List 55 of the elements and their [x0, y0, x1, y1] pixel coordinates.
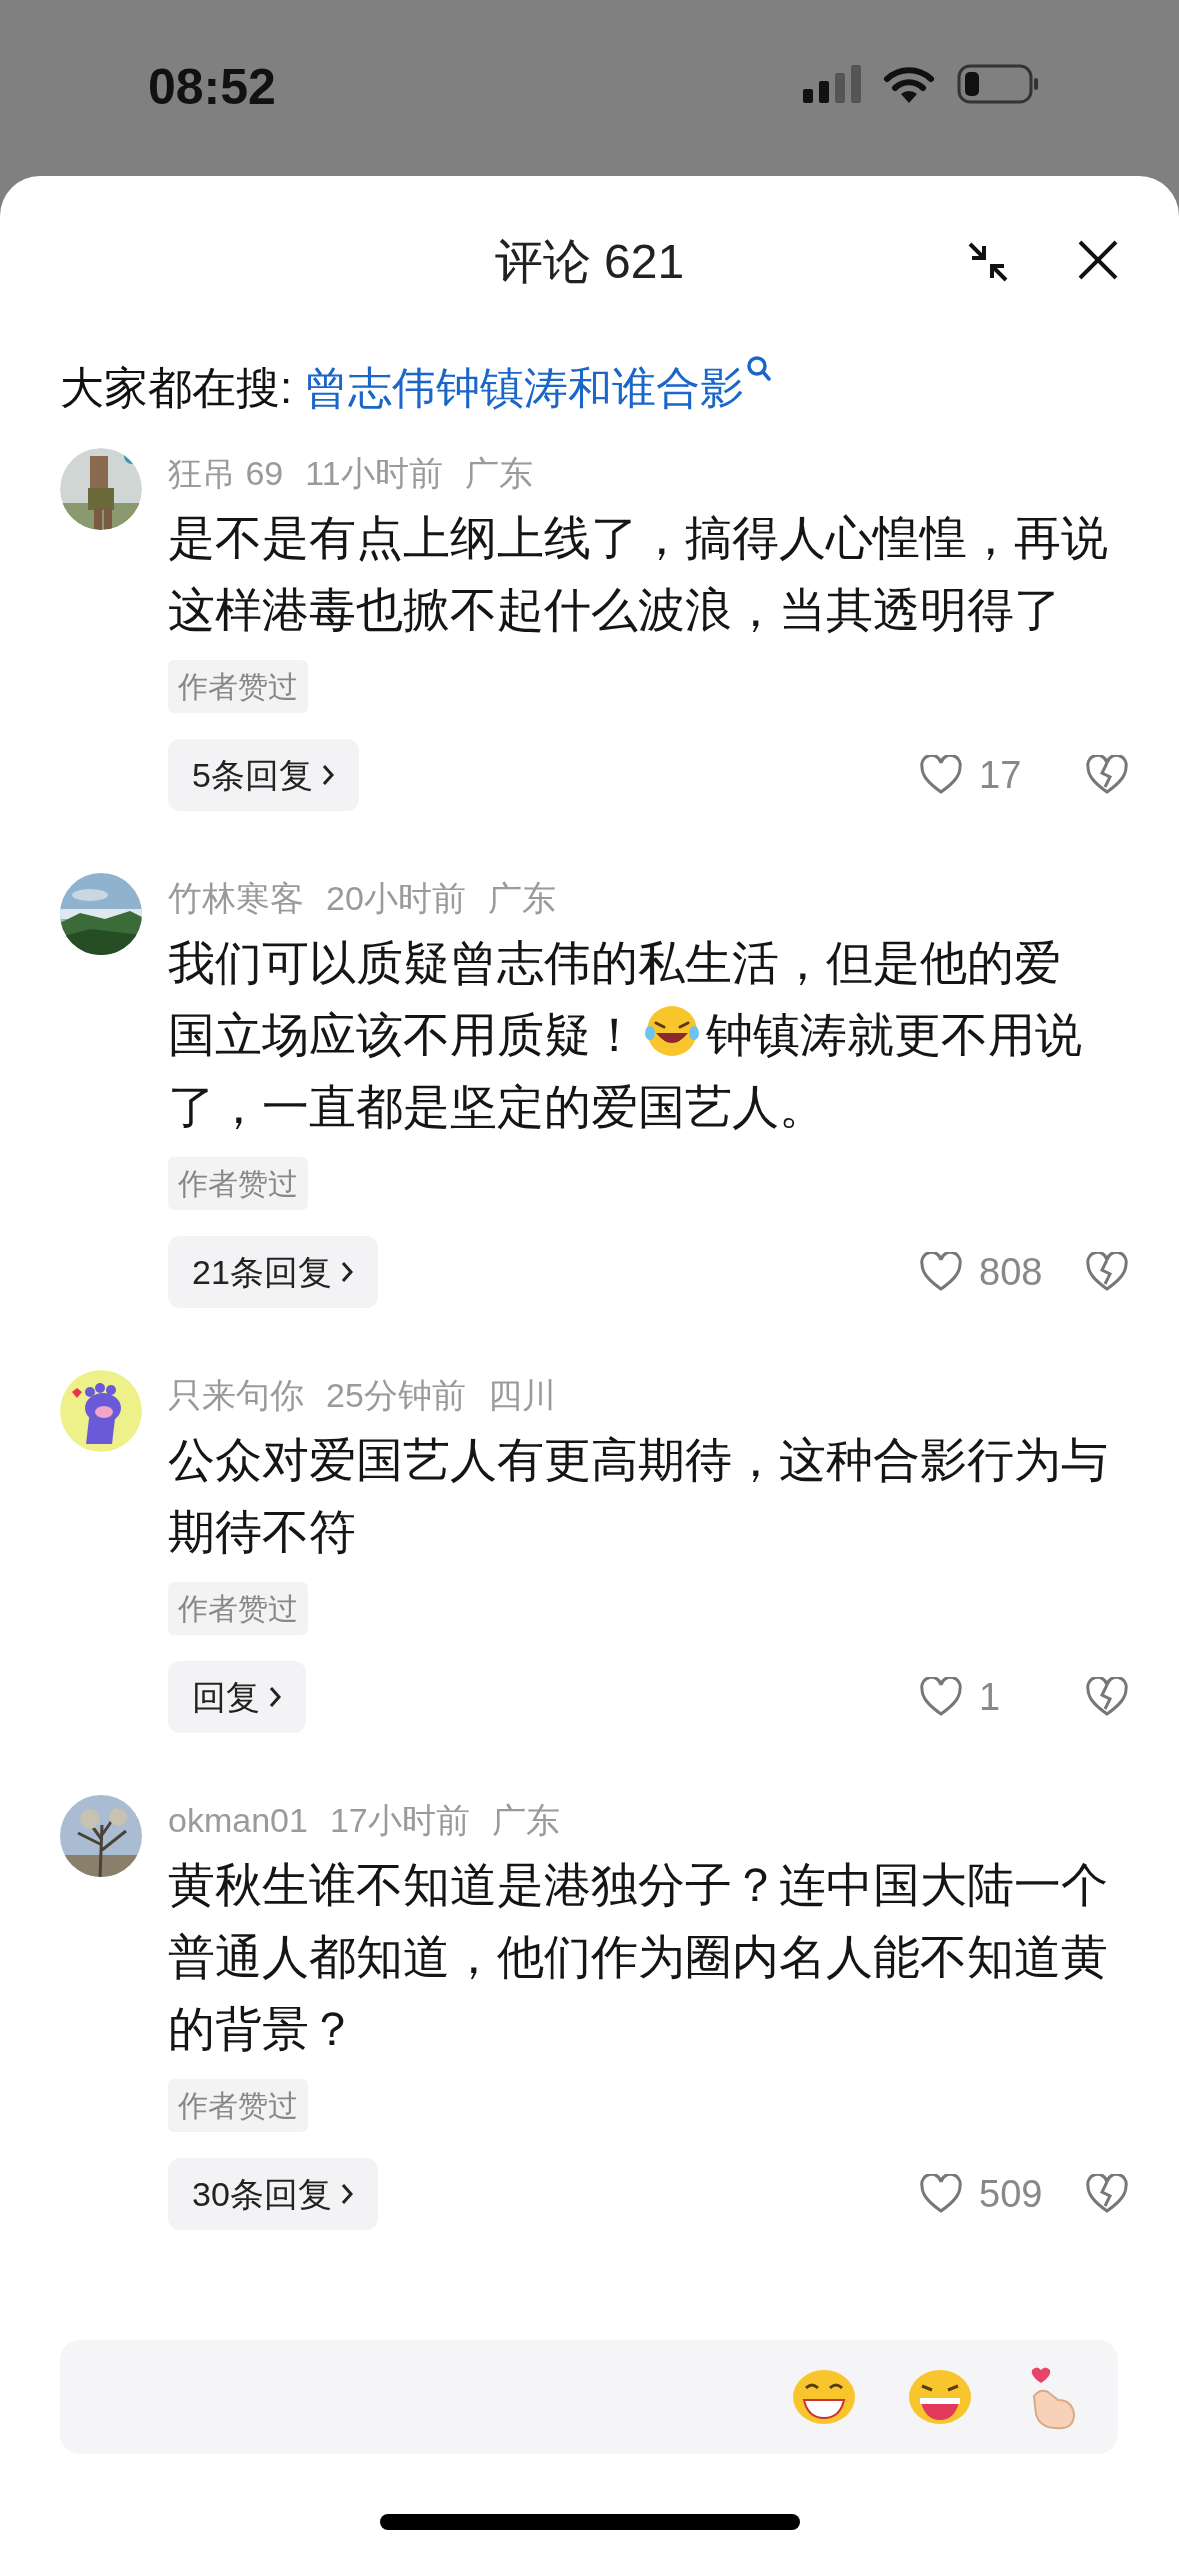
comment-location: 广东 — [491, 1799, 560, 1841]
author-liked-tag: 作者赞过 — [168, 660, 308, 713]
laughing-emoji-icon — [644, 1003, 700, 1059]
heart-icon — [919, 2174, 963, 2214]
search-link[interactable]: 曾志伟钟镇涛和谁合影 — [304, 355, 773, 421]
comment-time: 25分钟前 — [326, 1374, 466, 1416]
signal-icon — [803, 65, 861, 103]
status-time: 08:52 — [148, 57, 276, 117]
author-liked-tag: 作者赞过 — [168, 1157, 308, 1210]
search-label: 大家都在搜: — [60, 362, 293, 414]
battery-icon — [957, 64, 1039, 104]
sheet-title: 评论 621 — [494, 234, 685, 290]
chevron-right-icon — [339, 1260, 354, 1284]
grinning-emoji-icon — [792, 2368, 856, 2426]
comment-text: 了，一直都是坚定的爱国艺人。 — [168, 1080, 826, 1133]
username[interactable]: 竹林寒客 — [168, 872, 304, 924]
username[interactable]: 狂吊 69 — [168, 447, 284, 499]
replies-button[interactable]: 21条回复 — [168, 1236, 378, 1308]
comment-time: 20小时前 — [326, 877, 466, 919]
chevron-right-icon — [339, 2182, 354, 2206]
comment-location: 广东 — [464, 452, 533, 494]
comment-text: 黄秋生谁不知道是港独分子？连中国大陆一个普通人都知道，他们作为圈内名人能不知道黄的背景？ — [168, 1858, 1108, 2055]
like-button[interactable]: 808 — [919, 1243, 1079, 1301]
author-liked-tag: 作者赞过 — [168, 2079, 308, 2132]
dislike-icon[interactable] — [1085, 1252, 1129, 1292]
replies-button[interactable]: 30条回复 — [168, 2158, 378, 2230]
comment-location: 四川 — [487, 1374, 556, 1416]
username[interactable]: 只来句你 — [168, 1369, 304, 1421]
comment-text: 公众对爱国艺人有更高期待，这种合影行为与期待不符 — [168, 1433, 1108, 1558]
like-button[interactable]: 17 — [919, 746, 1079, 804]
chevron-right-icon — [320, 763, 335, 787]
replies-button[interactable]: 5条回复 — [168, 739, 359, 811]
dislike-icon[interactable] — [1085, 755, 1129, 795]
replies-button[interactable]: 回复 — [168, 1661, 306, 1733]
wifi-icon — [883, 65, 935, 103]
comment-location: 广东 — [487, 877, 556, 919]
comment-text: 国立场应该不用质疑！ — [168, 1008, 638, 1061]
heart-icon — [919, 755, 963, 795]
comment-text: 我们可以质疑曾志伟的私生活，但是他的爱 — [168, 936, 1061, 989]
paw-icon — [60, 1370, 142, 1452]
laughing-emoji-icon — [908, 2368, 972, 2426]
comment-time: 11小时前 — [305, 452, 443, 494]
comment-text: 是不是有点上纲上线了，搞得人心惶惶，再说这样港毒也掀不起什么波浪，当其透明得了 — [168, 511, 1108, 636]
like-button[interactable]: 1 — [919, 1668, 1079, 1726]
dislike-icon[interactable] — [1085, 2174, 1129, 2214]
heart-icon — [919, 1677, 963, 1717]
chevron-right-icon — [268, 1685, 282, 1709]
comment-input-field[interactable] — [60, 2340, 1118, 2454]
like-button[interactable]: 509 — [919, 2165, 1079, 2223]
author-liked-tag: 作者赞过 — [168, 1582, 308, 1635]
username[interactable]: okman01 — [168, 1794, 308, 1846]
dislike-icon[interactable] — [1085, 1677, 1129, 1717]
comment-time: 17小时前 — [329, 1799, 470, 1841]
heart-icon — [919, 1252, 963, 1292]
comment-text: 钟镇涛就更不用说 — [706, 1008, 1082, 1061]
